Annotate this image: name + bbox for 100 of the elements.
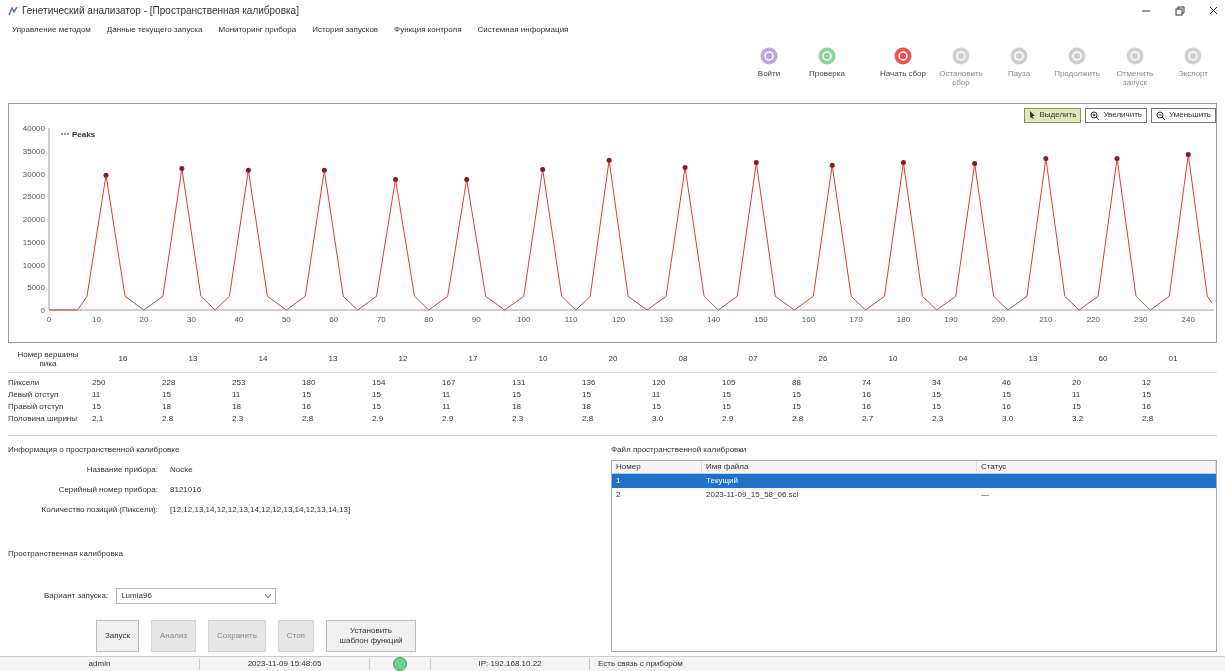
x-tick-label: 230 [1134,314,1148,324]
disabled-circle-icon [952,46,970,65]
row-header: Пиксели [8,376,41,389]
table-cell-text: 2.8 [581,412,595,425]
table-cell-text: 12 [1141,376,1152,389]
table-cell-text: 13 [1027,353,1039,366]
column-header[interactable]: Имя файла [702,460,977,473]
table-cell-text: 15 [791,400,802,413]
status-time: 2023-11-09 15:48:05 [200,657,370,670]
table-cell-text: 16 [117,353,129,366]
table-cell-text: 2.3 [931,412,945,425]
toolbar-button[interactable]: Начать сбор [874,46,932,78]
field-label: Серийный номер прибора: [57,483,158,496]
run-option-dropdown[interactable]: Lumia96 [116,587,277,604]
table-cell-text: 15 [1141,388,1152,401]
table-cell-text: 16 [861,388,872,401]
menu-item[interactable]: Системная информация [477,23,569,36]
peak-marker [1114,155,1120,161]
restore-icon[interactable] [1175,5,1185,16]
table-cell-text: 88 [791,376,802,389]
field-value: [12,12,13,14,12,12,13,14,12,12,13,14,12,13,14,13] [170,503,351,516]
table-cell-text: 08 [677,353,689,366]
action-button[interactable]: Запуск [96,619,140,652]
y-tick-label: 35000 [22,146,45,156]
table-cell-text: 17 [467,353,479,366]
table-cell-text: 20 [607,353,619,366]
cursor-icon [1028,111,1036,120]
menu-item[interactable]: Данные текущего запуска [106,23,203,36]
disabled-circle-icon [1126,46,1144,65]
circle-icon [894,46,912,65]
column-header[interactable]: Статус [977,460,1216,473]
table-cell-text: 2.8 [791,412,805,425]
table-cell-text: 15 [161,388,172,401]
table-cell-text: 2.8 [301,412,315,425]
table-cell-text: 11 [1071,388,1082,401]
table-cell-text: 15 [371,400,382,413]
x-tick-label: 80 [424,314,434,324]
menu-item[interactable]: Функция контроля [394,23,462,36]
table-cell-text: 04 [957,353,969,366]
table-cell-text: 167 [441,376,457,389]
menu-item[interactable]: Управление методом [12,23,91,36]
table-cell-text: 2.3 [511,412,525,425]
x-tick-label: 220 [1086,314,1100,324]
section-title: Информация о пространственной калибровке [8,443,181,456]
table-cell-text: 3.0 [1001,412,1015,425]
table-cell-text: 3.2 [1071,412,1085,425]
chart-tool-button[interactable]: Уменьшить [1151,107,1216,123]
peak-marker [829,162,835,168]
x-tick-label: 140 [706,314,721,324]
row-header: Половина ширины [8,412,78,425]
x-tick-label: 0 [46,314,52,324]
circle-icon [760,46,778,65]
section-title: Файл пространственной калибровки [611,443,748,456]
menu-item[interactable]: Мониторинг прибора [218,23,297,36]
table-cell-text: 2.9 [441,412,455,425]
x-tick-label: 110 [564,314,578,324]
table-cell-text: 15 [721,400,732,413]
field-label: Название прибора: [85,463,158,476]
chart-tool-button[interactable]: Увеличить [1085,107,1147,123]
disabled-circle-icon [1010,46,1028,65]
table-cell-text: 26 [817,353,829,366]
table-cell-text: 18 [581,400,592,413]
table-cell-text: 2.9 [721,412,735,425]
action-button[interactable]: Установить шаблон функций [325,619,416,652]
table-cell-text: 228 [161,376,177,389]
row-header: Номер вершины пика [16,350,80,369]
table-cell-text: 15 [931,400,942,413]
table-cell-text: 16 [1141,400,1152,413]
menu-item[interactable]: История запусков [312,23,379,36]
peak-marker [464,176,470,182]
peak-marker [245,167,251,173]
table-cell-text: 46 [1001,376,1012,389]
table-cell-text: 15 [1001,388,1012,401]
close-icon[interactable] [1209,5,1217,16]
row-header: Правый отступ [8,400,65,413]
x-tick-label: 120 [611,314,626,324]
table-cell-text: 13 [187,353,199,366]
table-cell-text: 60 [1097,353,1109,366]
column-header[interactable]: Номер [612,460,702,473]
table-cell-text: 2.3 [231,412,245,425]
chart-tool-button[interactable]: Выделить [1023,107,1082,123]
table-cell-text: 11 [651,388,662,401]
toolbar-button[interactable]: Войти [740,46,798,78]
peak-marker [606,157,612,163]
peak-marker [393,176,399,182]
table-cell-text: 15 [301,388,312,401]
y-tick-label: 5000 [27,282,45,292]
table-cell-text: 20 [1071,376,1082,389]
x-tick-label: 30 [186,314,196,324]
field-value: 8121016 [170,483,202,496]
legend-item: Peaks [60,129,96,139]
x-tick-label: 50 [281,314,291,324]
table-cell-text: 16 [861,400,872,413]
app-icon [8,5,18,16]
table-cell-text: 253 [231,376,247,389]
table-cell-text: 11 [441,400,452,413]
table-cell-text: 16 [1001,400,1012,413]
zoom-in-icon [1090,110,1100,120]
toolbar-button[interactable]: Проверка [798,46,856,78]
table-cell-text: 131 [511,376,527,389]
